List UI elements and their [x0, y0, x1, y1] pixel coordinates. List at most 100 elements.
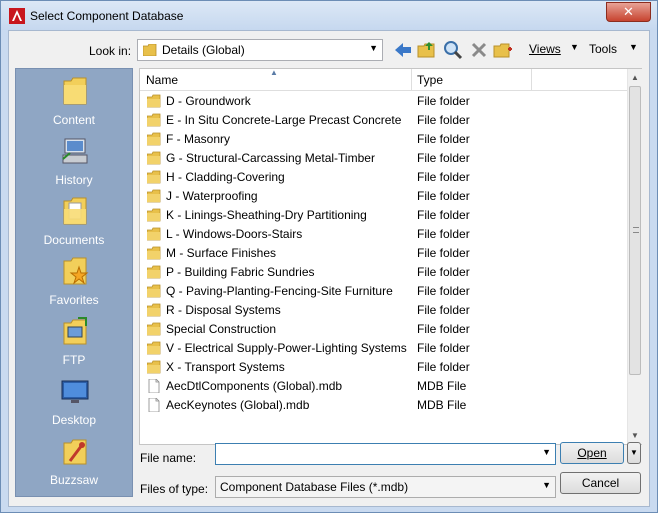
desktop-icon — [61, 380, 89, 403]
column-divider[interactable] — [531, 69, 532, 91]
file-type-cell: File folder — [417, 341, 470, 355]
file-type-cell: File folder — [417, 360, 470, 374]
scroll-thumb[interactable] — [629, 86, 641, 375]
file-type-cell: File folder — [417, 151, 470, 165]
views-menu[interactable]: Views — [529, 42, 561, 56]
search-web-icon[interactable] — [443, 40, 463, 60]
list-item[interactable]: V - Electrical Supply-Power-Lighting Sys… — [140, 339, 628, 358]
list-item[interactable]: Special Construction File folder — [140, 320, 628, 339]
folder-icon — [147, 360, 161, 374]
up-folder-icon[interactable] — [417, 40, 437, 60]
file-icon — [148, 379, 160, 393]
window-title: Select Component Database — [30, 9, 184, 23]
scroll-down-icon[interactable]: ▼ — [631, 431, 639, 440]
file-name-field[interactable]: ▼ — [215, 443, 556, 465]
place-content[interactable]: Content — [16, 75, 132, 133]
file-name-cell: Q - Paving-Planting-Fencing-Site Furnitu… — [166, 284, 393, 298]
list-item[interactable]: J - Waterproofing File folder — [140, 187, 628, 206]
open-dropdown-button[interactable]: ▼ — [627, 442, 641, 464]
list-item[interactable]: D - Groundwork File folder — [140, 92, 628, 111]
place-history[interactable]: History — [16, 135, 132, 193]
files-of-type-value: Component Database Files (*.mdb) — [220, 480, 409, 494]
sort-ascending-icon: ▲ — [270, 68, 278, 77]
folder-icon — [147, 170, 161, 184]
look-in-value: Details (Global) — [162, 43, 245, 57]
favorites-icon — [63, 257, 89, 285]
dialog-body: Look in: Details (Global) ▼ Views ▼ Tool… — [8, 30, 650, 507]
file-name-cell: K - Linings-Sheathing-Dry Partitioning — [166, 208, 367, 222]
views-dropdown-icon[interactable]: ▼ — [570, 42, 579, 52]
select-component-database-dialog: Select Component Database ✕ Look in: Det… — [0, 0, 658, 513]
list-item[interactable]: X - Transport Systems File folder — [140, 358, 628, 377]
chevron-down-icon[interactable]: ▼ — [369, 43, 378, 53]
folder-icon — [143, 44, 157, 56]
list-item[interactable]: K - Linings-Sheathing-Dry Partitioning Fi… — [140, 206, 628, 225]
file-name-input[interactable] — [220, 445, 540, 463]
file-type-cell: File folder — [417, 284, 470, 298]
list-item[interactable]: E - In Situ Concrete-Large Precast Concr… — [140, 111, 628, 130]
vertical-scrollbar[interactable]: ▲ ▼ — [627, 69, 642, 444]
file-name-cell: G - Structural-Carcassing Metal-Timber — [166, 151, 375, 165]
tools-dropdown-icon[interactable]: ▼ — [629, 42, 638, 52]
list-item[interactable]: F - Masonry File folder — [140, 130, 628, 149]
place-documents[interactable]: Documents — [16, 195, 132, 253]
autocad-app-icon — [9, 8, 25, 24]
ftp-icon — [63, 317, 87, 345]
file-type-cell: File folder — [417, 170, 470, 184]
list-item[interactable]: P - Building Fabric Sundries File folder — [140, 263, 628, 282]
tools-menu[interactable]: Tools — [589, 42, 617, 56]
file-name-cell: M - Surface Finishes — [166, 246, 277, 260]
file-name-cell: F - Masonry — [166, 132, 231, 146]
folder-icon — [147, 341, 161, 355]
title-bar[interactable]: Select Component Database ✕ — [1, 1, 657, 30]
history-icon — [62, 138, 88, 164]
file-name-cell: Special Construction — [166, 322, 277, 336]
file-name-cell: D - Groundwork — [166, 94, 251, 108]
chevron-down-icon[interactable]: ▼ — [542, 447, 551, 457]
list-item[interactable]: Q - Paving-Planting-Fencing-Site Furnitu… — [140, 282, 628, 301]
place-favorites[interactable]: Favorites — [16, 255, 132, 313]
place-buzzsaw[interactable]: Buzzsaw — [16, 435, 132, 493]
file-type-cell: File folder — [417, 189, 470, 203]
buzzsaw-icon — [63, 439, 87, 465]
new-folder-icon[interactable] — [493, 40, 513, 60]
files-of-type-combo[interactable]: Component Database Files (*.mdb) ▼ — [215, 476, 556, 498]
folder-icon — [147, 265, 161, 279]
file-icon — [148, 398, 160, 412]
file-name-cell: E - In Situ Concrete-Large Precast Concr… — [166, 113, 402, 127]
chevron-down-icon[interactable]: ▼ — [542, 480, 551, 490]
files-of-type-label: Files of type: — [140, 482, 209, 496]
list-item[interactable]: M - Surface Finishes File folder — [140, 244, 628, 263]
list-header: ▲ Name Type — [140, 68, 628, 91]
list-item[interactable]: L - Windows-Doors-Stairs File folder — [140, 225, 628, 244]
list-item[interactable]: H - Cladding-Covering File folder — [140, 168, 628, 187]
column-divider[interactable] — [411, 69, 412, 91]
delete-icon[interactable] — [469, 40, 489, 60]
place-desktop[interactable]: Desktop — [16, 375, 132, 433]
list-item[interactable]: R - Disposal Systems File folder — [140, 301, 628, 320]
list-item[interactable]: G - Structural-Carcassing Metal-Timber Fi… — [140, 149, 628, 168]
folder-icon — [147, 94, 161, 108]
open-button[interactable]: Open — [560, 442, 624, 464]
file-name-cell: R - Disposal Systems — [166, 303, 281, 317]
scroll-up-icon[interactable]: ▲ — [631, 73, 639, 82]
column-header-type[interactable]: Type — [417, 73, 443, 87]
back-icon[interactable] — [393, 40, 413, 60]
folder-icon — [147, 208, 161, 222]
file-type-cell: File folder — [417, 227, 470, 241]
file-type-cell: File folder — [417, 132, 470, 146]
look-in-combo[interactable]: Details (Global) ▼ — [137, 39, 383, 61]
file-name-cell: X - Transport Systems — [166, 360, 285, 374]
close-button[interactable]: ✕ — [606, 2, 651, 22]
list-item[interactable]: AecDtlComponents (Global).mdb MDB File — [140, 377, 628, 396]
folder-icon — [147, 322, 161, 336]
place-ftp[interactable]: FTP — [16, 315, 132, 373]
content-folder-icon — [63, 77, 87, 105]
file-list[interactable]: ▲ Name Type D - Groundwork File folder E -… — [139, 68, 642, 445]
list-item[interactable]: AecKeynotes (Global).mdb MDB File — [140, 396, 628, 415]
folder-icon — [147, 303, 161, 317]
file-name-cell: AecKeynotes (Global).mdb — [166, 398, 310, 412]
cancel-button[interactable]: Cancel — [560, 472, 641, 494]
file-type-cell: File folder — [417, 246, 470, 260]
column-header-name[interactable]: Name — [146, 73, 178, 87]
